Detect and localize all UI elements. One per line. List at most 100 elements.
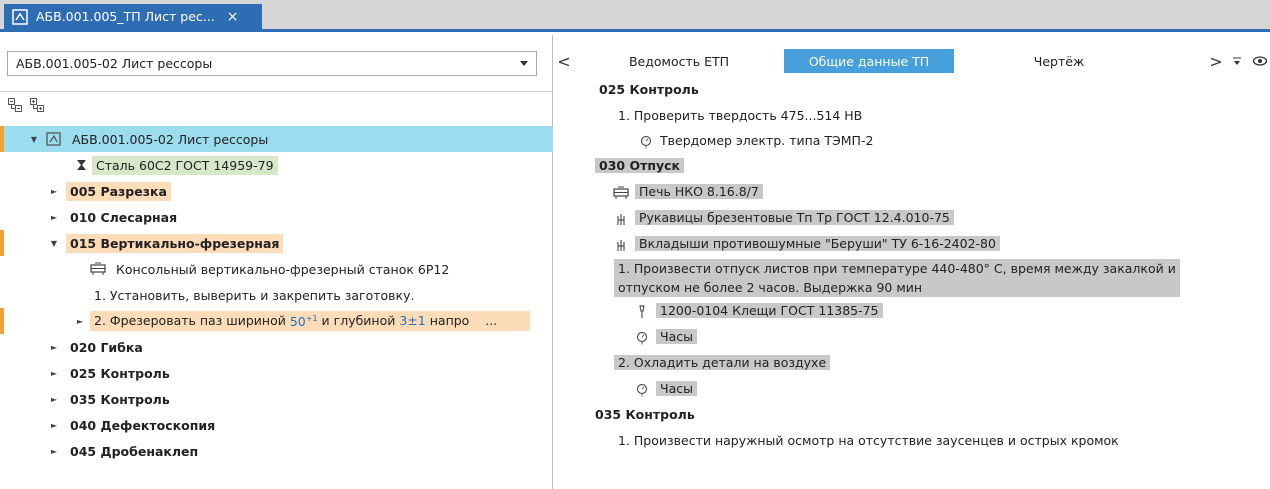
clock-1-label: Часы — [656, 329, 697, 344]
document-tab-title: АБВ.001.005_ТП Лист рес... — [36, 9, 215, 24]
techprocess-icon — [12, 8, 28, 25]
op-005-label: 005 Разрезка — [66, 181, 171, 201]
collapsed-arrow-icon[interactable]: ► — [48, 421, 60, 430]
op-035-step-1: 1. Произвести наружный осмотр на отсутст… — [618, 433, 1119, 448]
op-030-gloves: Рукавицы брезентовые Тп Тр ГОСТ 12.4.010… — [613, 207, 954, 228]
machine-icon — [90, 262, 106, 275]
row-marker — [0, 126, 4, 152]
tongs-label: 1200-0104 Клещи ГОСТ 11385-75 — [656, 303, 883, 318]
chevron-down-icon[interactable] — [520, 61, 528, 66]
op-030-step-1-line-1: 1. Произвести отпуск листов при температ… — [618, 261, 1176, 276]
step-2-width-value: 50 — [289, 313, 306, 329]
op-030-heading: 030 Отпуск — [595, 155, 684, 176]
tree-op-045[interactable]: ► 045 Дробенаклеп — [0, 438, 553, 464]
material-label: Сталь 60С2 ГОСТ 14959-79 — [92, 155, 278, 175]
protective-equipment-icon — [617, 239, 625, 251]
step-2-more[interactable]: ... — [485, 314, 497, 329]
tabs-prev-button[interactable]: < — [554, 52, 574, 71]
object-selector[interactable]: АБВ.001.005-02 Лист рессоры — [7, 51, 537, 76]
document-tabstrip: АБВ.001.005_ТП Лист рес... × — [0, 0, 1270, 32]
op-030-step-1: 1. Произвести отпуск листов при температ… — [614, 259, 1180, 297]
measuring-tool-icon — [636, 331, 648, 344]
object-selector-value: АБВ.001.005-02 Лист рессоры — [16, 56, 213, 71]
tab-etp-list[interactable]: Ведомость ЕТП — [574, 49, 784, 73]
clock-2-label: Часы — [656, 381, 697, 396]
step-2-text-c: напро — [429, 313, 470, 329]
tree-op-025[interactable]: ► 025 Контроль — [0, 360, 553, 386]
machine-label: Консольный вертикально-фрезерный станок … — [116, 261, 450, 277]
op-025-step-1: 1. Проверить твердость 475...514 НВ — [618, 108, 863, 123]
tab-general-data[interactable]: Общие данные ТП — [784, 49, 954, 73]
eye-icon[interactable] — [1252, 54, 1268, 68]
op-020-label: 020 Гибка — [70, 339, 143, 355]
op-010-label: 010 Слесарная — [70, 209, 178, 225]
document-tab[interactable]: АБВ.001.005_ТП Лист рес... × — [4, 4, 262, 29]
op-035-label: 035 Контроль — [70, 391, 170, 407]
expanded-arrow-icon[interactable]: ▼ — [48, 239, 60, 248]
expanded-arrow-icon[interactable]: ▼ — [28, 135, 40, 144]
tree-op-010[interactable]: ► 010 Слесарная — [0, 204, 553, 230]
collapsed-arrow-icon[interactable]: ► — [74, 317, 86, 326]
op-030-tongs: 1200-0104 Клещи ГОСТ 11385-75 — [634, 300, 883, 321]
step-2-width-tolerance: +1 — [305, 313, 318, 323]
step-2-width: 50+1 — [289, 313, 318, 329]
collapsed-arrow-icon[interactable]: ► — [48, 187, 60, 196]
step-1-label: 1. Установить, выверить и закрепить заго… — [94, 287, 415, 303]
close-icon[interactable]: × — [227, 9, 239, 25]
op-040-label: 040 Дефектоскопия — [70, 417, 216, 433]
op-030-clock-1: Часы — [634, 326, 697, 347]
collapse-all-icon[interactable] — [8, 98, 22, 112]
op-030-step-2: 2. Охладить детали на воздухе — [614, 352, 831, 373]
op-025-tool: Твердомер электр. типа ТЭМП-2 — [638, 130, 873, 151]
measuring-tool-icon — [636, 383, 648, 396]
gloves-label: Рукавицы брезентовые Тп Тр ГОСТ 12.4.010… — [635, 210, 954, 225]
expand-all-icon[interactable] — [30, 98, 44, 112]
op-030-step-1-line-2: отпуском не более 2 часов. Выдержка 90 м… — [618, 280, 923, 295]
op-030-furnace: Печь НКО 8.16.8/7 — [613, 181, 763, 202]
op-030-heading-text: 030 Отпуск — [595, 158, 684, 173]
step-2-depth: 3±1 — [399, 313, 426, 329]
machine-icon — [613, 186, 629, 199]
structure-panel: АБВ.001.005-02 Лист рессоры ▼ АБВ.001.00… — [0, 35, 553, 489]
op-035-heading: 035 Контроль — [595, 407, 695, 422]
tree-step-1[interactable]: 1. Установить, выверить и закрепить заго… — [0, 282, 553, 308]
tree-op-020[interactable]: ► 020 Гибка — [0, 334, 553, 360]
furnace-label: Печь НКО 8.16.8/7 — [635, 184, 763, 199]
op-045-label: 045 Дробенаклеп — [70, 443, 199, 459]
tree-machine[interactable]: Консольный вертикально-фрезерный станок … — [0, 256, 553, 282]
op-025-heading: 025 Контроль — [599, 82, 699, 97]
tab-drawing[interactable]: Чертёж — [954, 49, 1164, 73]
details-panel: < Ведомость ЕТП Общие данные ТП Чертёж >… — [554, 35, 1270, 489]
collapsed-arrow-icon[interactable]: ► — [48, 369, 60, 378]
tree-root-label: АБВ.001.005-02 Лист рессоры — [72, 131, 269, 147]
step-2-label: 2. Фрезеровать паз шириной 50+1 и глубин… — [90, 311, 530, 331]
op-025-label: 025 Контроль — [70, 365, 170, 381]
material-icon — [77, 160, 86, 170]
details-tabs: < Ведомость ЕТП Общие данные ТП Чертёж > — [554, 49, 1270, 73]
protective-equipment-icon — [617, 213, 625, 225]
tree-material[interactable]: Сталь 60С2 ГОСТ 14959-79 — [0, 152, 553, 178]
collapsed-arrow-icon[interactable]: ► — [48, 213, 60, 222]
row-marker — [0, 308, 4, 334]
tree-op-040[interactable]: ► 040 Дефектоскопия — [0, 412, 553, 438]
tree-root[interactable]: ▼ АБВ.001.005-02 Лист рессоры — [0, 126, 553, 152]
earplugs-label: Вкладыши противошумные "Беруши" ТУ 6-16-… — [635, 236, 1000, 251]
tree-op-005[interactable]: ► 005 Разрезка — [0, 178, 553, 204]
measuring-tool-icon — [640, 135, 652, 148]
tree-op-035[interactable]: ► 035 Контроль — [0, 386, 553, 412]
op-025-tool-label: Твердомер электр. типа ТЭМП-2 — [660, 133, 874, 148]
collapsed-arrow-icon[interactable]: ► — [48, 343, 60, 352]
tree-step-2[interactable]: ► 2. Фрезеровать паз шириной 50+1 и глуб… — [0, 308, 553, 334]
step-2-text-b: и глубиной — [321, 313, 396, 329]
step-2-text-a: 2. Фрезеровать паз шириной — [94, 313, 286, 329]
divider — [0, 91, 553, 92]
tabs-next-button[interactable]: > — [1206, 52, 1226, 71]
op-030-clock-2: Часы — [634, 378, 697, 399]
collapsed-arrow-icon[interactable]: ► — [48, 447, 60, 456]
tree-op-015[interactable]: ▼ 015 Вертикально-фрезерная — [0, 230, 553, 256]
tabs-menu-icon[interactable] — [1230, 54, 1244, 68]
collapsed-arrow-icon[interactable]: ► — [48, 395, 60, 404]
op-030-step-2-text: 2. Охладить детали на воздухе — [614, 355, 831, 370]
detail-icon — [46, 132, 61, 146]
row-marker — [0, 230, 4, 256]
